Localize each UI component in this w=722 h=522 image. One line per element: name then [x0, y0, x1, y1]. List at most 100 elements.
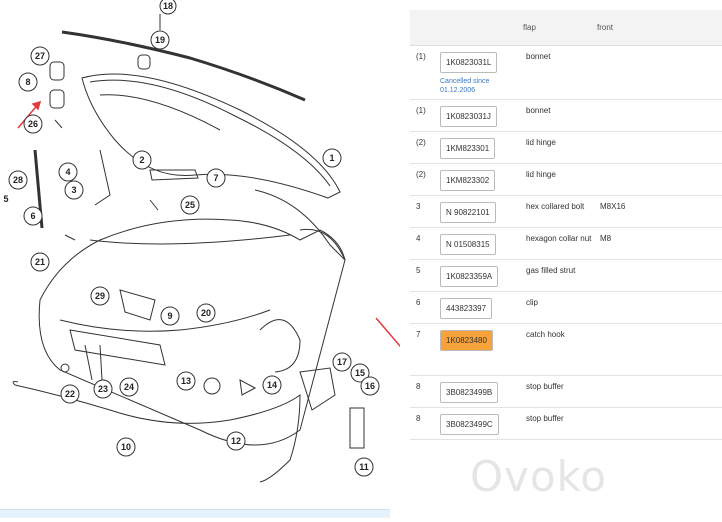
part-number-button[interactable]: 1KM823301 [440, 138, 496, 159]
table-row: (2) 1KM823302 lid hinge [410, 163, 722, 196]
exploded-view-drawing: 18 19 27 8 26 4 2 7 1 28 3 5 6 25 21 29 … [3, 0, 414, 483]
svg-text:29: 29 [95, 291, 105, 301]
svg-text:25: 25 [185, 200, 195, 210]
part-number-button[interactable]: 443823397 [440, 298, 493, 319]
row-description: catch hook [522, 323, 596, 376]
col-pos-header [410, 10, 436, 46]
row-description: hexagon collar nut [522, 227, 596, 260]
row-description: clip [522, 291, 596, 324]
callout-21: 21 [30, 252, 50, 272]
row-description: stop buffer [522, 375, 596, 408]
row-description: gas filled strut [522, 259, 596, 292]
part-number-button[interactable]: 3B0823499C [440, 414, 499, 435]
svg-text:10: 10 [121, 442, 131, 452]
callout-9: 9 [160, 306, 180, 326]
row-front: M8 [596, 227, 722, 260]
svg-text:24: 24 [124, 382, 134, 392]
cancelled-note: Cancelled since 01.12.2006 [440, 78, 490, 94]
svg-text:4: 4 [65, 167, 70, 177]
svg-text:15: 15 [355, 368, 365, 378]
table-row: 3 N 90822101 hex collared bolt M8X16 [410, 195, 722, 228]
callout-17: 17 [332, 352, 352, 372]
row-front: M8X16 [596, 195, 722, 228]
svg-text:21: 21 [35, 257, 45, 267]
table-row: 5 1K0823359A gas filled strut [410, 259, 722, 292]
table-row: 6 443823397 clip [410, 291, 722, 324]
row-front [596, 259, 722, 292]
callout-29: 29 [90, 286, 110, 306]
row-position: 8 [410, 407, 436, 440]
row-position: 6 [410, 291, 436, 324]
part-number-button[interactable]: 1KM823302 [440, 170, 496, 191]
part-number-button[interactable]: N 01508315 [440, 234, 496, 255]
part-number-button-highlighted[interactable]: 1K0823480 [440, 330, 493, 351]
row-front [596, 131, 722, 164]
row-position: (1) [410, 99, 436, 132]
row-position: (2) [410, 163, 436, 196]
callout-25: 25 [180, 195, 200, 215]
svg-text:19: 19 [155, 35, 165, 45]
svg-text:23: 23 [98, 384, 108, 394]
callout-12: 12 [226, 431, 246, 451]
row-front [596, 99, 722, 132]
svg-text:27: 27 [35, 51, 45, 61]
table-row: 4 N 01508315 hexagon collar nut M8 [410, 227, 722, 260]
svg-text:5: 5 [3, 194, 8, 204]
parts-diagram: 18 19 27 8 26 4 2 7 1 28 3 5 6 25 21 29 … [0, 0, 414, 517]
svg-text:9: 9 [167, 311, 172, 321]
callout-5: 5 [3, 194, 8, 204]
svg-text:1: 1 [329, 153, 334, 163]
parts-table: flap front (1) 1K0823031L Cancelled since… [410, 10, 722, 440]
callout-18: 18 [159, 0, 177, 30]
svg-text:11: 11 [359, 462, 369, 472]
svg-text:14: 14 [267, 380, 277, 390]
row-description: stop buffer [522, 407, 596, 440]
part-number-button[interactable]: 3B0823499B [440, 382, 499, 403]
svg-text:20: 20 [201, 308, 211, 318]
col-number-header [436, 10, 522, 46]
row-position: (1) [410, 45, 436, 100]
callout-2: 2 [132, 150, 152, 170]
row-front [596, 407, 722, 440]
callout-20: 20 [196, 303, 216, 323]
table-row: 7 1K0823480 catch hook [410, 323, 722, 376]
svg-text:12: 12 [231, 436, 241, 446]
table-header-row: flap front [410, 10, 722, 46]
row-position: (2) [410, 131, 436, 164]
callout-22: 22 [60, 384, 80, 404]
row-description: hex collared bolt [522, 195, 596, 228]
callout-16: 16 [360, 376, 380, 396]
part-number-button[interactable]: 1K0823031L [440, 52, 498, 73]
table-row: 8 3B0823499B stop buffer [410, 375, 722, 408]
callout-11: 11 [354, 457, 374, 477]
callout-10: 10 [116, 437, 136, 457]
svg-text:16: 16 [365, 381, 375, 391]
part-number-button[interactable]: 1K0823031J [440, 106, 497, 127]
svg-text:17: 17 [337, 357, 347, 367]
row-front [596, 323, 722, 376]
row-position: 7 [410, 323, 436, 376]
callout-24: 24 [119, 377, 139, 397]
part-number-button[interactable]: N 90822101 [440, 202, 496, 223]
callout-4: 4 [58, 162, 78, 182]
svg-text:26: 26 [28, 119, 38, 129]
svg-text:13: 13 [181, 376, 191, 386]
svg-text:7: 7 [213, 173, 218, 183]
callout-27: 27 [30, 46, 50, 66]
row-front [596, 291, 722, 324]
svg-text:22: 22 [65, 389, 75, 399]
callout-3: 3 [64, 180, 84, 200]
callout-28: 28 [8, 170, 28, 190]
part-number-button[interactable]: 1K0823359A [440, 266, 499, 287]
row-front [596, 163, 722, 196]
row-position: 8 [410, 375, 436, 408]
callout-13: 13 [176, 371, 196, 391]
svg-text:3: 3 [71, 185, 76, 195]
row-front [596, 375, 722, 408]
table-row: (1) 1K0823031L Cancelled since 01.12.2006… [410, 45, 722, 100]
col-front-header: front [596, 10, 722, 46]
row-description: bonnet [522, 99, 596, 132]
row-description: bonnet [522, 45, 596, 100]
row-position: 5 [410, 259, 436, 292]
callout-7: 7 [206, 168, 226, 188]
